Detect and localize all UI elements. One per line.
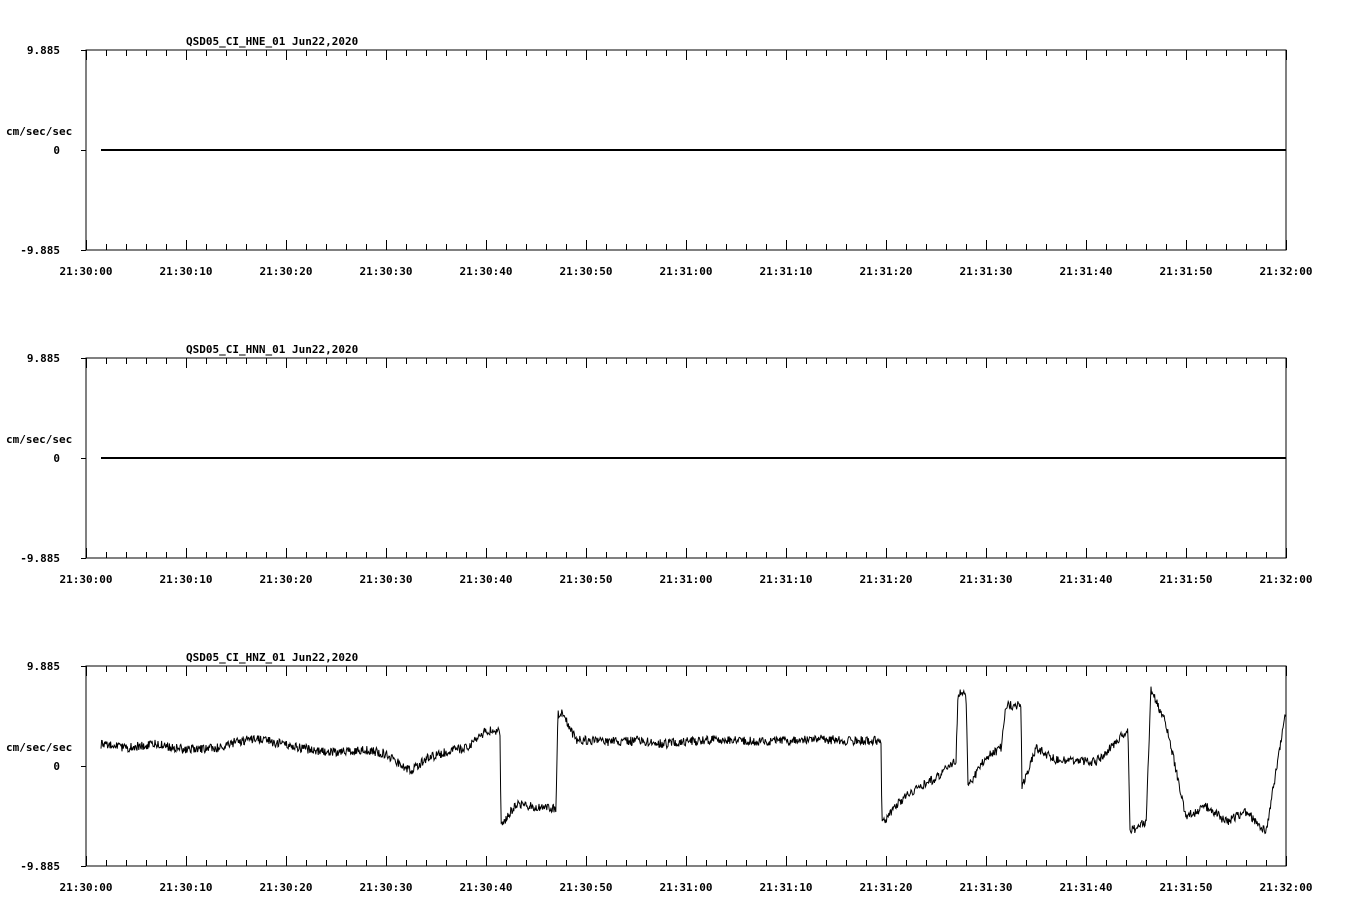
x-tick-label: 21:32:00 — [1260, 573, 1313, 586]
y-tick-label: 0 — [53, 760, 60, 773]
panel-2: QSD05_CI_HNN_01 Jun22,2020 9.885 0 -9.885 cm… — [6, 343, 1312, 586]
x-tick-label: 21:30:30 — [360, 881, 413, 894]
y-tick-label: -9.885 — [20, 860, 60, 873]
x-tick-label: 21:31:30 — [960, 573, 1013, 586]
panel-title: QSD05_CI_HNE_01 Jun22,2020 — [186, 35, 358, 48]
x-tick-label: 21:31:30 — [960, 881, 1013, 894]
plot-frame — [85, 665, 1287, 867]
y-axis-label: cm/sec/sec — [6, 125, 72, 138]
x-tick-label: 21:31:00 — [660, 881, 713, 894]
x-tick-label: 21:31:00 — [660, 573, 713, 586]
panel-title: QSD05_CI_HNZ_01 Jun22,2020 — [186, 651, 358, 664]
panel-1: QSD05_CI_HNE_01 Jun22,2020 9.885 0 -9.885 cm… — [6, 35, 1312, 278]
y-axis-label: cm/sec/sec — [6, 433, 72, 446]
x-tick-label: 21:30:50 — [560, 881, 613, 894]
x-tick-label: 21:30:10 — [160, 573, 213, 586]
x-tick-label: 21:30:30 — [360, 265, 413, 278]
y-axis-label: cm/sec/sec — [6, 741, 72, 754]
x-tick-label: 21:30:50 — [560, 573, 613, 586]
x-tick-label: 21:31:20 — [860, 881, 913, 894]
x-tick-label: 21:31:20 — [860, 573, 913, 586]
x-tick-label: 21:31:20 — [860, 265, 913, 278]
x-tick-label: 21:30:20 — [260, 265, 313, 278]
x-tick-label: 21:30:00 — [60, 265, 113, 278]
x-tick-label: 21:32:00 — [1260, 881, 1313, 894]
x-tick-label: 21:30:50 — [560, 265, 613, 278]
y-tick-label: 0 — [53, 452, 60, 465]
x-tick-label: 21:30:20 — [260, 573, 313, 586]
x-tick-label: 21:30:30 — [360, 573, 413, 586]
trace-line — [100, 686, 1287, 835]
x-tick-label: 21:31:30 — [960, 265, 1013, 278]
y-tick-label: 0 — [53, 144, 60, 157]
y-tick-label: 9.885 — [27, 660, 60, 673]
seismogram-figure: QSD05_CI_HNE_01 Jun22,2020 9.885 0 -9.885 cm… — [6, 35, 1312, 894]
x-tick-label: 21:31:40 — [1060, 265, 1113, 278]
x-tick-label: 21:31:00 — [660, 265, 713, 278]
y-tick-label: 9.885 — [27, 44, 60, 57]
x-tick-label: 21:31:40 — [1060, 881, 1113, 894]
x-tick-label: 21:31:50 — [1160, 265, 1213, 278]
x-tick-label: 21:31:50 — [1160, 573, 1213, 586]
y-tick-label: -9.885 — [20, 552, 60, 565]
x-tick-label: 21:30:00 — [60, 881, 113, 894]
x-tick-label: 21:32:00 — [1260, 265, 1313, 278]
y-tick-label: 9.885 — [27, 352, 60, 365]
x-tick-label: 21:30:10 — [160, 881, 213, 894]
x-tick-label: 21:31:10 — [760, 265, 813, 278]
x-tick-label: 21:31:10 — [760, 573, 813, 586]
x-tick-label: 21:30:00 — [60, 573, 113, 586]
x-tick-label: 21:30:40 — [460, 265, 513, 278]
x-tick-label: 21:31:10 — [760, 881, 813, 894]
y-tick-label: -9.885 — [20, 244, 60, 257]
panel-title: QSD05_CI_HNN_01 Jun22,2020 — [186, 343, 358, 356]
x-tick-label: 21:31:40 — [1060, 573, 1113, 586]
panel-3: QSD05_CI_HNZ_01 Jun22,2020 9.885 0 -9.885 cm… — [6, 651, 1312, 894]
x-tick-label: 21:30:10 — [160, 265, 213, 278]
x-tick-label: 21:30:40 — [460, 881, 513, 894]
x-tick-label: 21:30:20 — [260, 881, 313, 894]
x-tick-label: 21:30:40 — [460, 573, 513, 586]
x-tick-label: 21:31:50 — [1160, 881, 1213, 894]
